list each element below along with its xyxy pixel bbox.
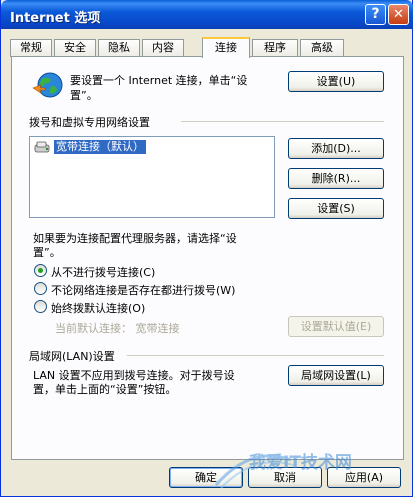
tab-security[interactable]: 安全 xyxy=(54,39,96,57)
internet-globe-icon xyxy=(32,72,63,98)
connection-settings-button[interactable]: 设置(S) xyxy=(288,198,384,219)
connection-listbox[interactable]: 宽带连接（默认） xyxy=(29,136,275,218)
tab-programs[interactable]: 程序 xyxy=(252,39,298,57)
lan-section-title: 局域网(LAN)设置 xyxy=(29,350,115,363)
help-button[interactable]: ? xyxy=(365,4,386,25)
tab-privacy[interactable]: 隐私 xyxy=(98,39,140,57)
watermark: 我爱IT技术网 xyxy=(214,452,352,489)
setup-description-line2: 置”。 xyxy=(70,89,98,102)
dial-whenever-radio[interactable] xyxy=(34,282,47,295)
never-dial-label[interactable]: 从不进行拨号连接(C) xyxy=(51,264,155,280)
connection-name: 宽带连接（默认） xyxy=(54,140,146,154)
tab-general[interactable]: 常规 xyxy=(10,39,52,57)
tab-connections[interactable]: 连接 xyxy=(202,37,250,58)
always-dial-default-radio[interactable] xyxy=(34,300,47,313)
always-dial-default-label[interactable]: 始终拨默认连接(O) xyxy=(51,300,145,316)
tab-content[interactable]: 内容 xyxy=(142,39,184,57)
proxy-hint-line1: 如果要为连接配置代理服务器，请选择“设 xyxy=(33,232,237,245)
dialup-section-title: 拨号和虚拟专用网络设置 xyxy=(29,116,150,129)
current-default-connection: 当前默认连接： 宽带连接 xyxy=(55,322,180,335)
setup-description-line1: 要设置一个 Internet 连接，单击“设 xyxy=(70,74,248,87)
watermark-text: 我爱IT技术网 xyxy=(249,452,352,473)
lan-settings-button[interactable]: 局域网设置(L) xyxy=(288,365,384,386)
close-icon: ✕ xyxy=(393,7,404,22)
lan-description-line2: 置，单击上面的“设置”按钮。 xyxy=(33,383,177,396)
internet-options-dialog: Internet 选项 ? ✕ 常规 安全 隐私 内容 连接 程序 高级 要设置… xyxy=(0,0,413,497)
radio-selected-dot xyxy=(38,268,43,273)
set-default-button[interactable]: 设置默认值(E) xyxy=(288,316,384,337)
dialup-section-divider xyxy=(181,121,384,122)
question-icon: ? xyxy=(371,6,380,22)
never-dial-radio[interactable] xyxy=(34,264,47,277)
window-title: Internet 选项 xyxy=(10,11,101,26)
title-bar[interactable]: Internet 选项 ? ✕ xyxy=(1,0,413,29)
add-connection-button[interactable]: 添加(D)... xyxy=(288,138,384,159)
close-button[interactable]: ✕ xyxy=(388,4,409,25)
setup-button[interactable]: 设置(U) xyxy=(288,71,384,92)
lan-section-divider xyxy=(127,355,384,356)
tab-advanced[interactable]: 高级 xyxy=(300,39,344,57)
dial-whenever-label[interactable]: 不论网络连接是否存在都进行拨号(W) xyxy=(51,282,235,298)
remove-connection-button[interactable]: 删除(R)... xyxy=(288,168,384,189)
proxy-hint-line2: 置”。 xyxy=(33,246,61,259)
broadband-connection-icon xyxy=(34,141,50,153)
